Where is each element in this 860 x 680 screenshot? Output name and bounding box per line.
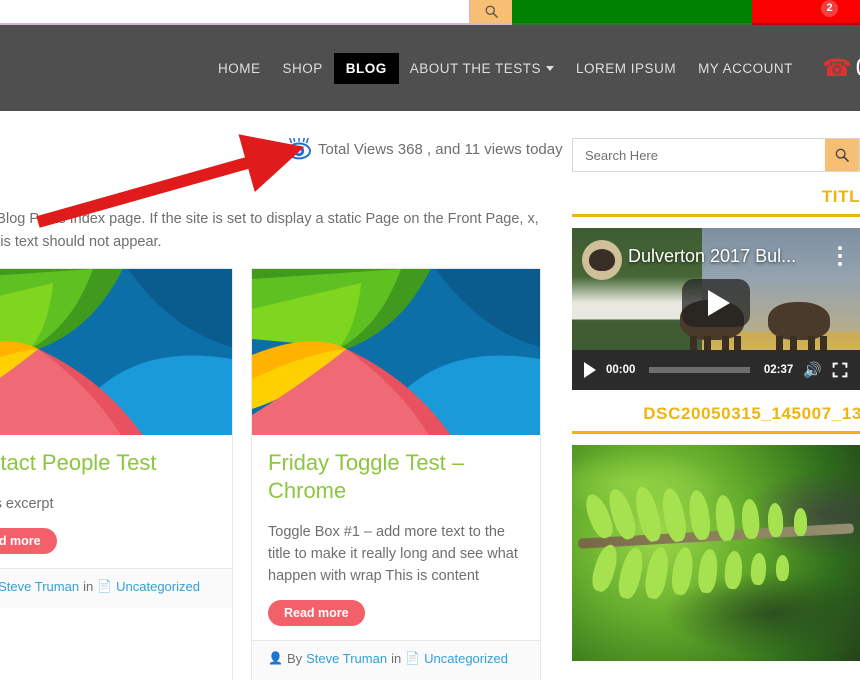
post-author-link[interactable]: Steve Truman (0, 579, 79, 594)
intro-paragraph: of the Blog Posts Index page. If the sit… (0, 208, 566, 255)
search-input[interactable] (573, 139, 825, 171)
sidebar: TITLE Dulverton 2017 Bul... (572, 187, 860, 675)
nav-item-blog[interactable]: BLOG (334, 53, 399, 84)
fern-photo[interactable] (572, 445, 860, 661)
progress-bar[interactable] (649, 367, 749, 373)
read-more-button[interactable]: Read more (0, 528, 57, 554)
search-icon (834, 147, 850, 163)
user-icon: 👤 (268, 651, 283, 665)
header-phone[interactable]: ☎ 0428 96 (822, 54, 860, 83)
post-title[interactable]: Friday Toggle Test – Chrome (268, 449, 524, 505)
search-icon (484, 4, 499, 19)
document-icon: 📄 (405, 651, 420, 665)
post-thumbnail[interactable] (252, 269, 540, 435)
top-green-block[interactable] (512, 0, 752, 25)
sidebar-widget-image: DSC20050315_145007_132 (572, 404, 860, 661)
play-icon[interactable] (584, 362, 596, 378)
top-utility-bar: 2 (0, 0, 860, 25)
page-root: 2 HOME SHOP BLOG ABOUT THE TESTS LOREM I… (0, 0, 860, 680)
widget-divider (572, 214, 860, 217)
top-search-button[interactable] (470, 0, 512, 25)
views-counter: Total Views 368 , and 11 views today (286, 138, 563, 160)
nav-item-about-label: ABOUT THE TESTS (410, 61, 541, 76)
post-card: Friday Toggle Test – Chrome Toggle Box #… (251, 268, 541, 680)
main-navigation-bar: HOME SHOP BLOG ABOUT THE TESTS LOREM IPS… (0, 25, 860, 111)
phone-icon: ☎ (822, 54, 852, 83)
post-category-link[interactable]: Uncategorized (116, 579, 200, 594)
post-card: Contact People Test This is excerpt Read… (0, 268, 233, 680)
eye-icon (286, 138, 312, 160)
current-time: 00:00 (606, 364, 635, 376)
widget-divider (572, 431, 860, 434)
document-icon: 📄 (97, 579, 112, 593)
video-title[interactable]: Dulverton 2017 Bul... (628, 246, 796, 267)
video-controls: 00:00 02:37 🔊 (572, 350, 860, 390)
post-excerpt: Toggle Box #1 – add more text to the tit… (268, 522, 524, 587)
nav-item-lorem-ipsum[interactable]: LOREM IPSUM (565, 54, 687, 83)
widget-title: TITLE (572, 187, 860, 214)
post-card-body: Contact People Test This is excerpt Read… (0, 435, 232, 568)
post-title[interactable]: Contact People Test (0, 449, 216, 477)
channel-avatar (582, 240, 622, 280)
content-area: Total Views 368 , and 11 views today of … (0, 111, 860, 680)
post-meta: 👤 By Steve Truman in 📄 Uncategorized (252, 640, 540, 680)
fullscreen-icon[interactable] (832, 362, 848, 378)
nav-item-my-account[interactable]: MY ACCOUNT (687, 54, 804, 83)
phone-number: 0428 96 (856, 54, 860, 83)
nav-item-shop[interactable]: SHOP (272, 54, 334, 83)
post-thumbnail[interactable] (0, 269, 232, 435)
sidebar-widget-video: TITLE Dulverton 2017 Bul... (572, 187, 860, 390)
top-search-field[interactable] (0, 0, 470, 25)
duration: 02:37 (764, 364, 793, 376)
meta-in-label: in (83, 579, 93, 594)
post-meta: 👤 By Steve Truman in 📄 Uncategorized (0, 568, 232, 608)
cart-count-badge: 2 (821, 0, 838, 17)
post-category-link[interactable]: Uncategorized (424, 651, 508, 666)
post-cards-grid: Contact People Test This is excerpt Read… (0, 268, 541, 680)
nav-links: HOME SHOP BLOG ABOUT THE TESTS LOREM IPS… (207, 53, 860, 84)
nav-item-home[interactable]: HOME (207, 54, 272, 83)
play-overlay-button[interactable] (682, 279, 750, 327)
sidebar-search-widget (572, 138, 860, 172)
kebab-menu-icon[interactable] (838, 246, 842, 266)
top-cart-block[interactable]: 2 (752, 0, 860, 25)
widget-title: DSC20050315_145007_132 (572, 404, 860, 431)
read-more-button[interactable]: Read more (268, 600, 365, 626)
chevron-down-icon (546, 66, 554, 71)
nav-item-about-the-tests[interactable]: ABOUT THE TESTS (399, 54, 565, 83)
meta-by-label: By (287, 651, 302, 666)
volume-icon[interactable]: 🔊 (803, 361, 822, 379)
post-author-link[interactable]: Steve Truman (306, 651, 387, 666)
meta-in-label: in (391, 651, 401, 666)
search-submit-button[interactable] (825, 139, 859, 171)
video-player[interactable]: Dulverton 2017 Bul... 00:00 02:37 🔊 (572, 228, 860, 390)
post-card-body: Friday Toggle Test – Chrome Toggle Box #… (252, 435, 540, 640)
views-text: Total Views 368 , and 11 views today (318, 141, 563, 158)
post-excerpt: This is excerpt (0, 494, 216, 516)
